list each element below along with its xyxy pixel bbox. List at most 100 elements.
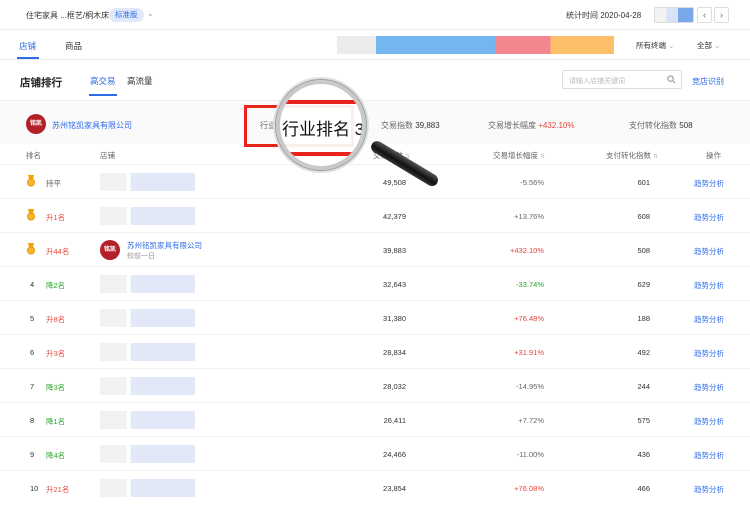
- sort-icon: ⇅: [540, 154, 546, 160]
- card-title: 店铺排行: [20, 77, 62, 89]
- rank-change: 升8名: [46, 315, 66, 324]
- trend-analysis-link[interactable]: 趋势分析: [694, 484, 724, 495]
- trade-index: 26,411: [383, 416, 406, 425]
- subtab-high-trade[interactable]: 高交易: [90, 75, 116, 87]
- shop-name-blurred[interactable]: [100, 445, 195, 463]
- shop-logo: 铭凯: [100, 240, 120, 260]
- rank-number: 10: [30, 484, 39, 493]
- conv-index: 608: [637, 212, 650, 221]
- table-row: 升44名 铭凯 苏州铭凯家具有限公司 较前一日 39,883 +432.10% 508 趋势分…: [0, 232, 750, 266]
- trade-index: 31,380: [383, 314, 406, 323]
- my-conv-index: 支付转化指数 508: [629, 121, 693, 130]
- date-picker[interactable]: [654, 7, 694, 23]
- rank-change: 降4名: [46, 451, 66, 460]
- subtab-high-traffic[interactable]: 高流量: [127, 75, 153, 87]
- trade-index: 28,032: [383, 382, 406, 391]
- trend-analysis-link[interactable]: 趋势分析: [694, 382, 724, 393]
- active-subtab-indicator: [89, 94, 117, 96]
- shop-name-blurred[interactable]: [100, 207, 195, 225]
- shop-name[interactable]: 苏州铭凯家具有限公司: [127, 240, 202, 251]
- shop-name-blurred[interactable]: [100, 173, 195, 191]
- trade-growth: +31.91%: [514, 348, 544, 357]
- terminal-select[interactable]: 所有终端 ⌄: [636, 40, 674, 51]
- trade-growth: -33.74%: [516, 280, 544, 289]
- trend-analysis-link[interactable]: 趋势分析: [694, 314, 724, 325]
- shop-logo: 铭凯: [26, 114, 46, 134]
- trade-index: 39,883: [383, 246, 406, 255]
- breadcrumb[interactable]: 住宅家具 ...框艺/桐木床: [26, 10, 109, 21]
- top-bar: 住宅家具 ...框艺/桐木床 标准版 ⌄ 统计时间 2020-04-28 ‹ ›: [0, 0, 750, 30]
- shop-name-blurred[interactable]: [100, 479, 195, 497]
- trade-growth: +7.72%: [518, 416, 544, 425]
- trend-analysis-link[interactable]: 趋势分析: [694, 246, 724, 257]
- next-date-button[interactable]: ›: [714, 7, 729, 23]
- shop-ranking-card: 店铺排行 高交易 高流量 请输入店铺关键词 竞店识别 铭凯 苏州铭凯家具有限公司…: [0, 60, 750, 512]
- chevron-down-icon: ⌄: [668, 41, 675, 50]
- table-row: 4 降2名 32,643 -33.74% 629 趋势分析: [0, 266, 750, 300]
- rank-change: 持平: [46, 179, 61, 188]
- conv-index: 575: [637, 416, 650, 425]
- magnified-rank-text: 行业排名 3: [282, 120, 365, 139]
- trade-index: 24,466: [383, 450, 406, 459]
- table-row: 8 降1名 26,411 +7.72% 575 趋势分析: [0, 402, 750, 436]
- col-rank: 排名: [26, 151, 41, 160]
- rank-number: 5: [30, 314, 35, 323]
- table-row: 6 升3名 28,834 +31.91% 492 趋势分析: [0, 334, 750, 368]
- shop-name-blurred[interactable]: [100, 411, 195, 429]
- col-growth[interactable]: 交易增长幅度 ⇅: [493, 150, 545, 161]
- trade-growth: +432.10%: [510, 246, 544, 255]
- scope-select[interactable]: 全部 ⌄: [697, 40, 720, 51]
- rank-change: 降2名: [46, 281, 66, 290]
- tab-store[interactable]: 店铺: [19, 40, 36, 52]
- prev-date-button[interactable]: ‹: [697, 7, 712, 23]
- trend-analysis-link[interactable]: 趋势分析: [694, 280, 724, 291]
- conv-index: 188: [637, 314, 650, 323]
- search-placeholder: 请输入店铺关键词: [569, 78, 625, 85]
- edition-badge: 标准版: [109, 8, 144, 22]
- trade-index: 42,379: [383, 212, 406, 221]
- stat-time: 统计时间 2020-04-28: [566, 11, 642, 20]
- magnifier-icon: 行业排名 3: [276, 80, 366, 170]
- active-tab-indicator: [17, 57, 39, 59]
- medal-icon: [27, 209, 35, 221]
- rank-change: 降1名: [46, 417, 66, 426]
- rank-change: 升21名: [46, 485, 70, 494]
- compete-identify-button[interactable]: 竞店识别: [692, 76, 724, 87]
- medal-icon: [27, 243, 35, 255]
- rank-change: 降3名: [46, 383, 66, 392]
- trend-analysis-link[interactable]: 趋势分析: [694, 450, 724, 461]
- chevron-down-icon: ⌄: [714, 41, 721, 50]
- shop-name-blurred[interactable]: [100, 275, 195, 293]
- rank-number: 6: [30, 348, 35, 357]
- trade-growth: +76.08%: [514, 484, 544, 493]
- rank-number: 7: [30, 382, 35, 391]
- rank-number: 9: [30, 450, 35, 459]
- conv-index: 436: [637, 450, 650, 459]
- trade-index: 49,508: [383, 178, 406, 187]
- chevron-down-icon[interactable]: ⌄: [147, 9, 154, 18]
- trend-analysis-link[interactable]: 趋势分析: [694, 212, 724, 223]
- rank-change: 升1名: [46, 213, 66, 222]
- col-conv[interactable]: 支付转化指数 ⇅: [606, 150, 658, 161]
- shop-name-blurred[interactable]: [100, 309, 195, 327]
- my-shop-name[interactable]: 苏州铭凯家具有限公司: [52, 120, 132, 131]
- tab-goods[interactable]: 商品: [65, 40, 82, 52]
- category-filter[interactable]: [337, 36, 614, 54]
- table-row: 持平 49,508 -5.56% 601 趋势分析: [0, 164, 750, 198]
- col-shop: 店铺: [100, 151, 115, 160]
- trade-growth: -14.95%: [516, 382, 544, 391]
- shop-name-blurred[interactable]: [100, 377, 195, 395]
- trend-analysis-link[interactable]: 趋势分析: [694, 416, 724, 427]
- table-row: 5 升8名 31,380 +76.48% 188 趋势分析: [0, 300, 750, 334]
- trend-analysis-link[interactable]: 趋势分析: [694, 178, 724, 189]
- rank-change: 升3名: [46, 349, 66, 358]
- trade-index: 23,854: [383, 484, 406, 493]
- trade-growth: +76.48%: [514, 314, 544, 323]
- shop-name-blurred[interactable]: [100, 343, 195, 361]
- trend-analysis-link[interactable]: 趋势分析: [694, 348, 724, 359]
- shop-search-input[interactable]: 请输入店铺关键词: [562, 70, 682, 89]
- search-icon[interactable]: [667, 75, 676, 84]
- conv-index: 244: [637, 382, 650, 391]
- my-growth: 交易增长幅度 +432.10%: [488, 121, 575, 130]
- shop-subtext: 较前一日: [127, 253, 155, 260]
